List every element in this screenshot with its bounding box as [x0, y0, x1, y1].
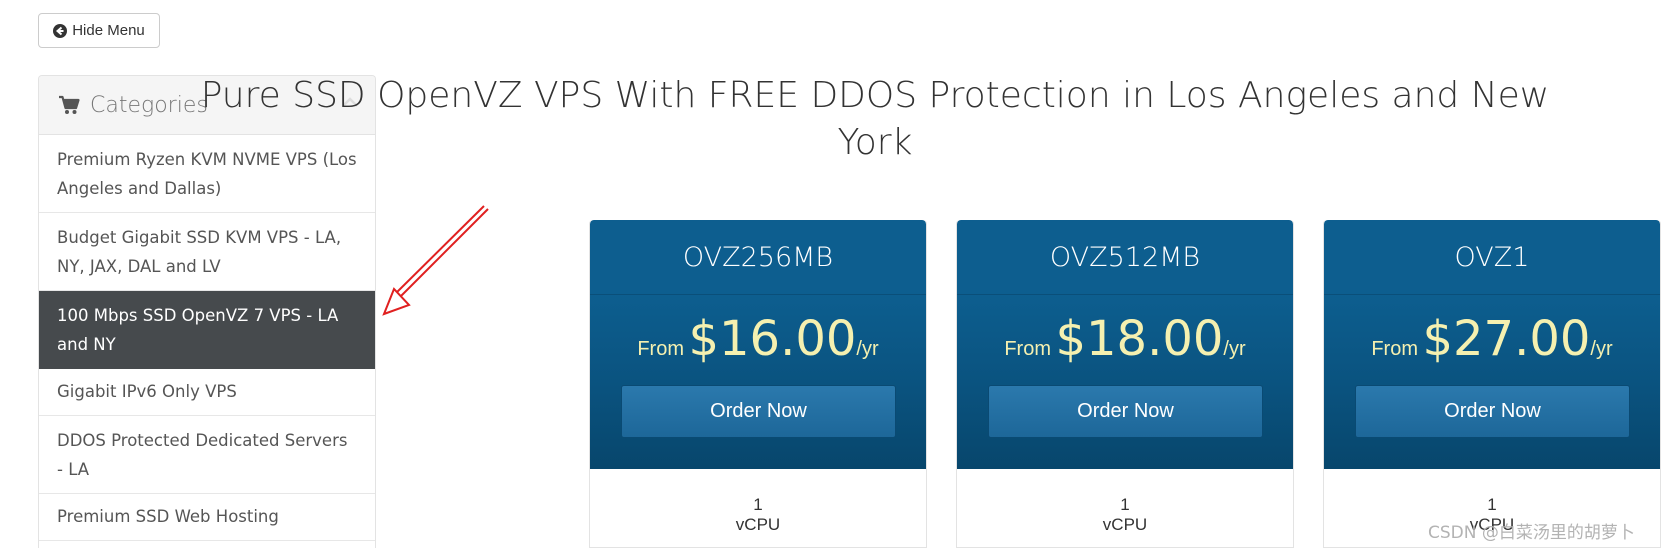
- price-period: /yr: [856, 338, 879, 360]
- product-card: OVZ256MB From $16.00/yr Order Now 1 vCPU: [589, 220, 927, 548]
- price-period: /yr: [1590, 338, 1613, 360]
- cpu-count: 1: [753, 495, 763, 514]
- product-card: OVZ512MB From $18.00/yr Order Now 1 vCPU: [956, 220, 1294, 548]
- product-features: 1 vCPU: [590, 469, 926, 535]
- price-from-label: From: [1371, 338, 1419, 360]
- price-amount: $18.00: [1055, 311, 1224, 367]
- hide-menu-button[interactable]: Hide Menu: [38, 13, 160, 48]
- watermark: CSDN @白菜汤里的胡萝卜: [1428, 523, 1635, 543]
- price-from-label: From: [637, 338, 685, 360]
- price-area: From $16.00/yr Order Now: [590, 295, 926, 469]
- category-item-budget-gigabit-kvm[interactable]: Budget Gigabit SSD KVM VPS - LA, NY, JAX…: [39, 213, 375, 291]
- page-title: Pure SSD OpenVZ VPS With FREE DDOS Prote…: [200, 75, 1550, 163]
- price-line: From $27.00/yr: [1324, 311, 1660, 367]
- annotation-arrow: [382, 205, 489, 316]
- category-item-web-hosting[interactable]: Premium SSD Web Hosting: [39, 494, 375, 541]
- order-now-button[interactable]: Order Now: [988, 385, 1263, 438]
- order-now-button[interactable]: Order Now: [1355, 385, 1630, 438]
- order-now-button[interactable]: Order Now: [621, 385, 896, 438]
- product-features: 1 vCPU: [957, 469, 1293, 535]
- price-area: From $18.00/yr Order Now: [957, 295, 1293, 469]
- category-item-ipv6-only[interactable]: Gigabit IPv6 Only VPS: [39, 369, 375, 416]
- category-item-openvz-7-active[interactable]: 100 Mbps SSD OpenVZ 7 VPS - LA and NY: [39, 291, 375, 369]
- cpu-unit: vCPU: [1102, 515, 1148, 534]
- price-line: From $16.00/yr: [590, 311, 926, 367]
- product-name: OVZ256MB: [590, 220, 926, 295]
- arrow-circle-left-icon: [53, 23, 68, 38]
- price-period: /yr: [1223, 338, 1246, 360]
- price-amount: $27.00: [1422, 311, 1591, 367]
- shopping-cart-icon: [58, 95, 80, 115]
- cpu-count: 1: [1120, 495, 1130, 514]
- product-name: OVZ1: [1324, 220, 1660, 295]
- product-name: OVZ512MB: [957, 220, 1293, 295]
- product-card: OVZ1 From $27.00/yr Order Now 1 vCPU: [1323, 220, 1661, 548]
- price-line: From $18.00/yr: [957, 311, 1293, 367]
- price-area: From $27.00/yr Order Now: [1324, 295, 1660, 469]
- cpu-count: 1: [1487, 495, 1497, 514]
- hide-menu-label: Hide Menu: [72, 22, 145, 39]
- category-item-ddos-dedicated[interactable]: DDOS Protected Dedicated Servers - LA: [39, 416, 375, 494]
- price-amount: $16.00: [688, 311, 857, 367]
- price-from-label: From: [1004, 338, 1052, 360]
- cpu-unit: vCPU: [735, 515, 781, 534]
